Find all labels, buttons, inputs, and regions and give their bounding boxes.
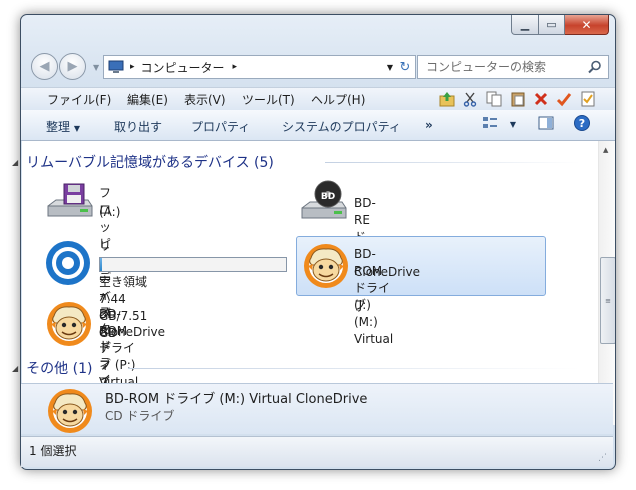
details-pane: BD-ROM ドライブ (M:) Virtual CloneDrive CD ド… [21, 383, 613, 434]
clonedrive-sheep-icon [47, 302, 91, 346]
check-icon[interactable] [556, 91, 572, 107]
forward-arrow-icon: ▶ [67, 59, 78, 74]
svg-text:BD: BD [321, 192, 335, 202]
drive-name: BD-ROM ドライブ (M:) Virtual [354, 247, 394, 346]
properties-icon[interactable] [580, 91, 596, 107]
details-title: BD-ROM ドライブ (M:) Virtual CloneDrive [105, 392, 368, 407]
close-icon: ✕ [581, 17, 592, 32]
system-properties-button[interactable]: システムのプロパティ [282, 118, 401, 135]
organize-button[interactable]: 整理 ▼ [46, 118, 80, 135]
refresh-icon: ↻ [399, 59, 411, 75]
address-bar[interactable]: ▸ コンピューター ▸ ▼ [103, 55, 400, 79]
breadcrumb-chevron-icon[interactable]: ▸ [130, 62, 135, 72]
paste-icon[interactable] [510, 91, 526, 107]
removable-disk-icon [46, 241, 90, 285]
refresh-button[interactable]: ↻ [395, 55, 416, 79]
minimize-icon: ▁ [520, 18, 530, 31]
view-tiles-icon [483, 117, 497, 128]
eject-button[interactable]: 取り出す [114, 118, 162, 135]
clonedrive-sheep-icon [48, 389, 92, 433]
svg-text:?: ? [579, 117, 585, 130]
group-title: その他 (1) [26, 361, 93, 377]
properties-button[interactable]: プロパティ [191, 118, 250, 135]
delete-icon[interactable] [533, 91, 549, 107]
breadcrumb-computer[interactable]: コンピューター [141, 59, 225, 76]
caption-buttons: ▁ ▭ ✕ [511, 15, 609, 35]
search-input[interactable] [424, 59, 588, 75]
search-icon[interactable] [588, 60, 602, 74]
group-title: リムーバブル記憶域があるデバイス (5) [26, 155, 274, 171]
preview-pane-button[interactable] [538, 116, 554, 133]
help-button[interactable]: ? [574, 115, 590, 134]
command-bar: 整理 ▼ 取り出す プロパティ システムのプロパティ » ▼ ? [21, 110, 615, 141]
minimize-button[interactable]: ▁ [511, 15, 539, 35]
recent-pages-dropdown[interactable]: ▼ [93, 63, 99, 72]
details-subtitle: CD ドライブ [105, 409, 175, 423]
maximize-icon: ▭ [546, 18, 557, 31]
group-divider [325, 162, 580, 163]
scroll-thumb[interactable]: ≡ [600, 257, 615, 344]
preview-pane-icon [538, 116, 554, 130]
collapse-arrow-icon[interactable]: ◢ [12, 158, 18, 167]
menu-tools[interactable]: ツール(T) [242, 91, 295, 108]
drive-name-line2: CloneDrive [354, 265, 421, 279]
menu-edit[interactable]: 編集(E) [127, 91, 168, 108]
usage-bar-fill [100, 258, 102, 271]
menu-help[interactable]: ヘルプ(H) [311, 91, 365, 108]
organize-label: 整理 [46, 120, 71, 134]
cut-icon[interactable] [462, 91, 478, 107]
up-folder-icon[interactable] [439, 91, 455, 107]
scroll-up-arrow-icon[interactable]: ▲ [603, 146, 608, 154]
forward-button[interactable]: ▶ [59, 53, 86, 80]
more-commands-button[interactable]: » [425, 118, 433, 132]
computer-icon [108, 60, 124, 73]
collapse-arrow-icon[interactable]: ◢ [12, 364, 18, 373]
usage-bar [99, 257, 287, 272]
change-view-button[interactable]: ▼ [482, 116, 516, 133]
chevron-down-icon: ▼ [73, 124, 80, 133]
drive-name-line2: CloneDrive [99, 325, 166, 339]
floppy-drive-icon [47, 183, 93, 217]
drive-name: BD-ROM ドライブ (P:) Virtual [99, 307, 139, 389]
search-box[interactable] [417, 55, 609, 79]
menu-bar: ファイル(F) 編集(E) 表示(V) ツール(T) ヘルプ(H) [21, 87, 615, 111]
status-bar: 1 個選択 ⋰ [21, 436, 613, 467]
menu-file[interactable]: ファイル(F) [47, 91, 111, 108]
address-dropdown-icon[interactable]: ▼ [387, 63, 393, 72]
help-icon: ? [574, 115, 590, 131]
menu-view[interactable]: 表示(V) [184, 91, 226, 108]
breadcrumb-chevron-icon[interactable]: ▸ [233, 62, 238, 72]
group-header-other[interactable]: ◢ その他 (1) [12, 358, 92, 378]
chevron-down-icon: ▼ [509, 120, 516, 129]
close-button[interactable]: ✕ [565, 15, 609, 35]
resize-grip-icon[interactable]: ⋰ [598, 453, 607, 463]
back-arrow-icon: ◀ [39, 59, 50, 74]
maximize-button[interactable]: ▭ [539, 15, 565, 35]
drive-letter: (A:) [99, 205, 121, 219]
bd-drive-icon: BD [301, 180, 347, 219]
back-button[interactable]: ◀ [31, 53, 58, 80]
group-divider [128, 368, 580, 369]
group-header-removable[interactable]: ◢ リムーバブル記憶域があるデバイス (5) [12, 152, 274, 172]
copy-icon[interactable] [486, 91, 502, 107]
status-text: 1 個選択 [29, 444, 77, 458]
clonedrive-sheep-icon [304, 244, 348, 288]
